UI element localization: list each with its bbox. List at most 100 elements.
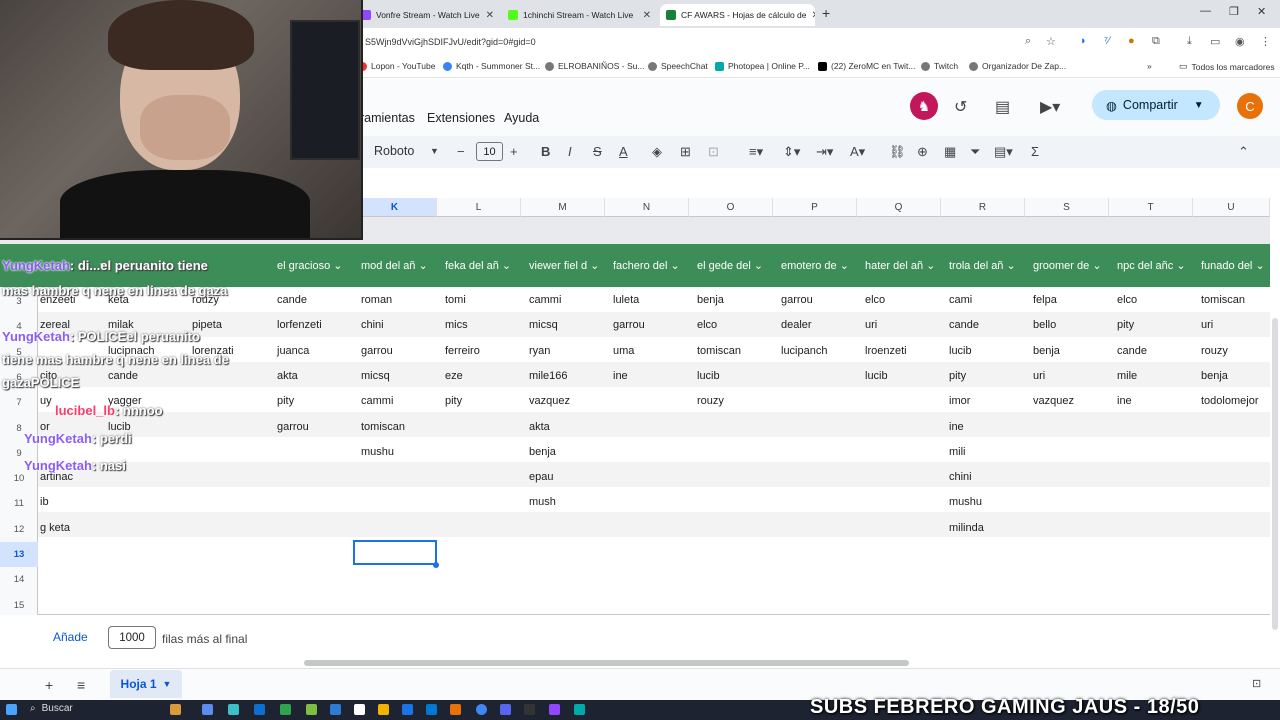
tab-vonfre[interactable]: Vonfre Stream - Watch Live ✕: [355, 4, 500, 26]
download-icon[interactable]: ⤓: [1187, 35, 1192, 48]
header-cell[interactable]: viewer fiel d ⌄: [529, 259, 609, 272]
extensions-puzzle-icon[interactable]: ⧉: [1152, 35, 1160, 48]
column-header-r[interactable]: R: [941, 198, 1025, 217]
app-icon[interactable]: [354, 704, 365, 715]
table-cell[interactable]: cande: [277, 294, 307, 306]
table-cell[interactable]: benja: [1033, 345, 1060, 357]
menu-extensions[interactable]: Extensiones: [427, 111, 495, 125]
table-cell[interactable]: mushu: [361, 446, 394, 458]
table-cell[interactable]: mili: [949, 446, 966, 458]
zoom-icon[interactable]: ⌕: [1025, 35, 1031, 48]
table-cell[interactable]: cande: [1117, 345, 1147, 357]
table-cell[interactable]: cande: [108, 370, 138, 382]
vertical-scrollbar[interactable]: [1272, 318, 1278, 630]
new-tab-button[interactable]: +: [822, 5, 830, 21]
app-icon[interactable]: [306, 704, 317, 715]
strikethrough-icon[interactable]: S: [593, 144, 602, 159]
table-cell[interactable]: micsq: [529, 319, 558, 331]
decrease-font-icon[interactable]: −: [457, 144, 465, 159]
bookmark-item[interactable]: ELROBANIÑOS - Su...: [545, 61, 644, 71]
vertical-align-icon[interactable]: ⇕▾: [783, 144, 800, 160]
app-icon[interactable]: [450, 704, 461, 715]
column-header-q[interactable]: Q: [857, 198, 941, 217]
chevron-down-icon[interactable]: ▼: [430, 146, 439, 156]
table-cell[interactable]: benja: [697, 294, 724, 306]
add-sheet-icon[interactable]: +: [45, 677, 53, 693]
table-cell[interactable]: ine: [1117, 395, 1132, 407]
bookmark-item[interactable]: SpeechChat: [648, 61, 708, 71]
menu-help[interactable]: Ayuda: [504, 111, 539, 125]
app-icon[interactable]: [202, 704, 213, 715]
table-cell[interactable]: mush: [529, 496, 556, 508]
close-icon[interactable]: ✕: [812, 10, 816, 21]
table-cell[interactable]: uy: [40, 395, 52, 407]
bookmark-item[interactable]: Twitch: [921, 61, 958, 71]
chevron-down-icon[interactable]: ▼: [1194, 100, 1204, 111]
table-cell[interactable]: cammi: [361, 395, 393, 407]
close-icon[interactable]: ✕: [643, 10, 651, 21]
filter-icon[interactable]: ⏷: [970, 144, 980, 160]
app-icon[interactable]: [426, 704, 437, 715]
table-cell[interactable]: akta: [277, 370, 298, 382]
font-selector[interactable]: Roboto: [374, 144, 414, 158]
table-cell[interactable]: cammi: [529, 294, 561, 306]
table-cell[interactable]: chini: [361, 319, 384, 331]
table-cell[interactable]: tomi: [445, 294, 466, 306]
header-cell[interactable]: el gracioso ⌄: [277, 259, 357, 272]
row-number[interactable]: 7: [0, 390, 38, 415]
table-cell[interactable]: cande: [949, 319, 979, 331]
table-cell[interactable]: garrou: [613, 319, 645, 331]
wrap-icon[interactable]: ⇥▾: [816, 144, 833, 160]
column-header-t[interactable]: T: [1109, 198, 1193, 217]
row-number[interactable]: 11: [0, 491, 38, 516]
table-cell[interactable]: tomiscan: [1201, 294, 1245, 306]
column-header-n[interactable]: N: [605, 198, 689, 217]
bookmark-item[interactable]: Lopon - YouTube: [358, 61, 435, 71]
explore-icon[interactable]: ⊡: [1252, 677, 1261, 690]
table-cell[interactable]: lucib: [949, 345, 972, 357]
chevron-down-icon[interactable]: ▼: [163, 679, 172, 689]
borders-icon[interactable]: ⊞: [680, 144, 691, 160]
table-cell[interactable]: vazquez: [1033, 395, 1074, 407]
table-cell[interactable]: lorfenzeti: [277, 319, 322, 331]
table-cell[interactable]: mile166: [529, 370, 568, 382]
bookmark-item[interactable]: Organizador De Zap...: [969, 61, 1066, 71]
tab-cf-awars[interactable]: CF AWARS - Hojas de cálculo de ✕: [660, 4, 815, 26]
header-cell[interactable]: trola del añ ⌄: [949, 259, 1029, 272]
column-header-o[interactable]: O: [689, 198, 773, 217]
row-number[interactable]: 13: [0, 542, 38, 567]
extension-icon[interactable]: ●: [1128, 35, 1135, 47]
app-icon[interactable]: [170, 704, 181, 715]
table-cell[interactable]: g keta: [40, 522, 70, 534]
header-cell[interactable]: el gede del ⌄: [697, 259, 777, 272]
chevron-right-icon[interactable]: »: [1147, 61, 1152, 71]
app-icon[interactable]: [549, 704, 560, 715]
extension-icon[interactable]: ◗: [1080, 35, 1087, 47]
close-window-icon[interactable]: ✕: [1257, 5, 1266, 18]
sheet-tab[interactable]: Hoja 1 ▼: [110, 670, 182, 698]
table-cell[interactable]: cami: [949, 294, 972, 306]
share-button[interactable]: ◍ Compartir ▼: [1092, 90, 1220, 120]
header-cell[interactable]: funado del ⌄: [1201, 259, 1270, 272]
extension-avatar-icon[interactable]: ♞: [910, 92, 938, 120]
table-cell[interactable]: dealer: [781, 319, 812, 331]
align-icon[interactable]: ≡▾: [749, 144, 763, 160]
restore-icon[interactable]: ❐: [1229, 5, 1239, 18]
app-icon[interactable]: [402, 704, 413, 715]
fill-color-icon[interactable]: ◈: [652, 144, 662, 160]
header-cell[interactable]: fachero del ⌄: [613, 259, 693, 272]
table-cell[interactable]: imor: [949, 395, 970, 407]
table-cell[interactable]: ine: [613, 370, 628, 382]
comments-icon[interactable]: ▤: [995, 97, 1010, 117]
functions-icon[interactable]: Σ: [1031, 144, 1039, 159]
bookmark-item[interactable]: Kqth - Summoner St...: [443, 61, 540, 71]
table-cell[interactable]: pity: [277, 395, 294, 407]
header-cell[interactable]: hater del añ ⌄: [865, 259, 945, 272]
column-header-l[interactable]: L: [437, 198, 521, 217]
table-cell[interactable]: benja: [1201, 370, 1228, 382]
merge-cells-icon[interactable]: ⊡: [708, 144, 719, 160]
app-icon[interactable]: [254, 704, 265, 715]
translate-icon[interactable]: ⁷⁄: [1104, 35, 1110, 47]
table-cell[interactable]: chini: [949, 471, 972, 483]
close-icon[interactable]: ✕: [486, 10, 494, 21]
